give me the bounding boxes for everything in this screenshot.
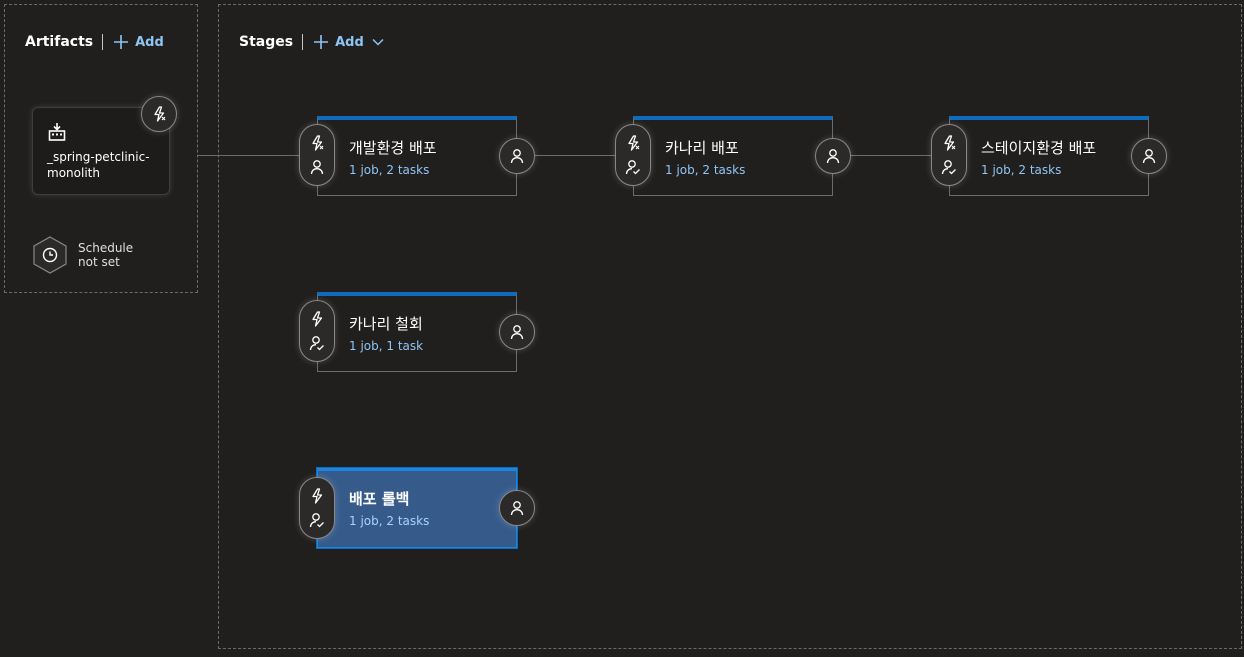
- stage-card[interactable]: 개발환경 배포 1 job, 2 tasks: [317, 116, 517, 196]
- person-check-icon[interactable]: [308, 334, 326, 352]
- stage-name: 스테이지환경 배포: [981, 139, 1097, 157]
- lightning-icon[interactable]: [940, 134, 958, 152]
- chevron-down-icon: [372, 38, 384, 46]
- connector-line: [850, 155, 934, 156]
- stage-tasks-link[interactable]: 1 job, 2 tasks: [349, 514, 429, 528]
- clock-icon: [33, 236, 67, 274]
- stage-card[interactable]: 카나리 철회 1 job, 1 task: [317, 292, 517, 372]
- person-icon: [510, 325, 524, 340]
- stage-name: 개발환경 배포: [349, 139, 437, 157]
- post-deployment-approvals-button[interactable]: [499, 314, 535, 350]
- pre-deployment-conditions[interactable]: [299, 124, 335, 186]
- person-icon: [510, 501, 524, 516]
- lightning-icon[interactable]: [308, 487, 326, 505]
- stage-tasks-link[interactable]: 1 job, 1 task: [349, 339, 423, 353]
- stages-header: Stages Add: [239, 32, 390, 52]
- schedule-trigger[interactable]: Schedule not set: [32, 236, 133, 274]
- pre-deployment-conditions[interactable]: [299, 300, 335, 362]
- build-artifact-icon: [48, 122, 66, 146]
- schedule-text: Schedule not set: [78, 241, 134, 269]
- lightning-icon: [154, 106, 166, 122]
- person-icon: [1142, 149, 1156, 164]
- artifact-name: _spring-petclinic-monolith: [47, 150, 150, 180]
- person-check-icon[interactable]: [624, 158, 642, 176]
- stage-card[interactable]: 스테이지환경 배포 1 job, 2 tasks: [949, 116, 1149, 196]
- header-divider: [102, 34, 104, 50]
- person-check-icon[interactable]: [940, 158, 958, 176]
- stage-name: 카나리 철회: [349, 315, 423, 333]
- lightning-icon[interactable]: [624, 134, 642, 152]
- plus-icon: [114, 35, 129, 49]
- continuous-deployment-trigger-button[interactable]: [141, 96, 177, 132]
- stage-tasks-link[interactable]: 1 job, 2 tasks: [665, 163, 745, 177]
- header-divider: [302, 34, 304, 50]
- add-artifact-label: Add: [135, 34, 164, 50]
- person-icon: [510, 149, 524, 164]
- post-deployment-approvals-button[interactable]: [815, 138, 851, 174]
- stage-card-selected[interactable]: 배포 롤백 1 job, 2 tasks: [317, 468, 517, 548]
- schedule-status: Schedule not set: [78, 241, 133, 269]
- person-icon[interactable]: [308, 158, 326, 176]
- plus-icon: [314, 35, 329, 49]
- post-deployment-approvals-button[interactable]: [499, 138, 535, 174]
- post-deployment-approvals-button[interactable]: [499, 490, 535, 526]
- connector-line: [534, 155, 618, 156]
- pre-deployment-conditions[interactable]: [931, 124, 967, 186]
- lightning-icon[interactable]: [308, 310, 326, 328]
- post-deployment-approvals-button[interactable]: [1131, 138, 1167, 174]
- lightning-icon[interactable]: [308, 134, 326, 152]
- stage-name: 배포 롤백: [349, 490, 410, 508]
- stage-tasks-link[interactable]: 1 job, 2 tasks: [981, 163, 1061, 177]
- artifacts-header: Artifacts Add: [25, 32, 164, 52]
- add-stage-label: Add: [335, 34, 364, 50]
- person-check-icon[interactable]: [308, 511, 326, 529]
- stage-name: 카나리 배포: [665, 139, 739, 157]
- pre-deployment-conditions[interactable]: [299, 477, 335, 539]
- connector-line: [198, 155, 302, 156]
- stages-title: Stages: [239, 34, 294, 50]
- stage-card[interactable]: 카나리 배포 1 job, 2 tasks: [633, 116, 833, 196]
- stage-tasks-link[interactable]: 1 job, 2 tasks: [349, 163, 429, 177]
- pre-deployment-conditions[interactable]: [615, 124, 651, 186]
- add-stage-button[interactable]: Add: [313, 34, 390, 50]
- artifacts-title: Artifacts: [25, 34, 94, 50]
- add-artifact-button[interactable]: Add: [113, 34, 164, 50]
- person-icon: [826, 149, 840, 164]
